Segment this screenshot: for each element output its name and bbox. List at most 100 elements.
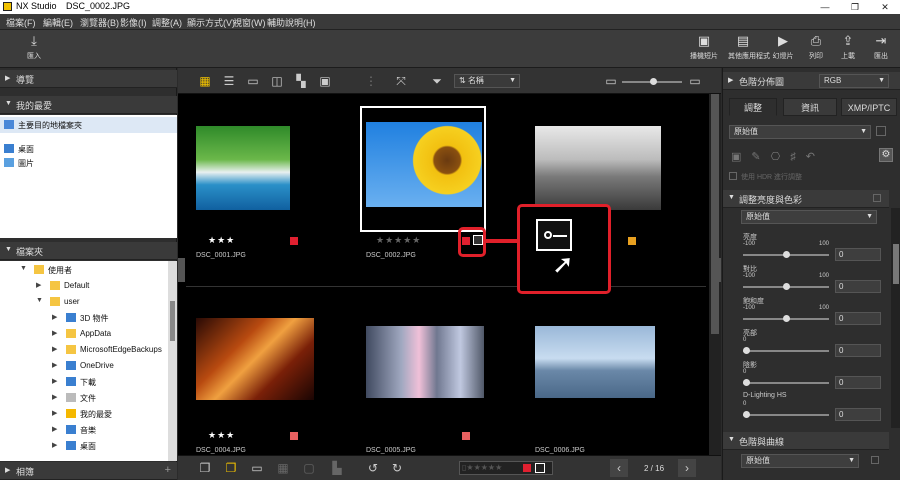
folder-tree-scrollbar[interactable] bbox=[168, 261, 177, 461]
thumbnail-image[interactable] bbox=[535, 326, 655, 398]
favorites-panel-header[interactable]: ▼ 我的最愛 bbox=[0, 96, 177, 114]
collapsed-arrow-icon[interactable]: ▶ bbox=[52, 409, 57, 417]
histogram-mode-select[interactable]: RGB ▼ bbox=[819, 74, 889, 88]
filter-icon[interactable]: ⏷ bbox=[428, 72, 446, 90]
section2-checkbox[interactable] bbox=[871, 456, 879, 464]
folder-tree-item[interactable]: ▼ user bbox=[0, 294, 168, 310]
adjust-slider[interactable] bbox=[743, 283, 829, 290]
fit-icon[interactable]: ⤧ bbox=[392, 72, 410, 90]
adjust-slider[interactable] bbox=[743, 411, 829, 418]
adjust-scrollbar[interactable] bbox=[891, 208, 900, 428]
expanded-arrow-icon[interactable]: ▼ bbox=[36, 297, 43, 304]
color-label[interactable] bbox=[290, 432, 298, 440]
adjust-slider[interactable] bbox=[743, 379, 829, 386]
settings-gear-icon[interactable]: ⚙ bbox=[879, 148, 893, 162]
collapsed-arrow-icon[interactable]: ▶ bbox=[52, 313, 57, 321]
preset-select[interactable]: 原始值 ▼ bbox=[729, 125, 871, 139]
slider-knob[interactable] bbox=[743, 411, 750, 418]
levels-section-header[interactable]: ▼ 色階與曲線 bbox=[723, 432, 889, 450]
list-view-icon[interactable]: ☰ bbox=[220, 72, 238, 90]
expanded-arrow-icon[interactable]: ▼ bbox=[20, 265, 27, 272]
folder-tree-item[interactable]: ▶ Default bbox=[0, 278, 168, 294]
tab-adjust[interactable]: 調整 bbox=[729, 98, 777, 116]
section1-preset-select[interactable]: 原始值 ▼ bbox=[741, 210, 877, 224]
collapsed-arrow-icon[interactable]: ▶ bbox=[36, 281, 41, 289]
export-button[interactable]: ⇥ 匯出 bbox=[866, 34, 896, 61]
rating-stars[interactable]: ★★★★★ bbox=[376, 235, 421, 246]
fav-item[interactable]: 圖片 bbox=[0, 155, 177, 171]
thumb-small-icon[interactable]: ▭ bbox=[602, 72, 620, 90]
adjust-slider[interactable] bbox=[743, 315, 829, 322]
thumbnail-image[interactable] bbox=[535, 126, 661, 210]
slider-knob[interactable] bbox=[743, 347, 750, 354]
slider-knob[interactable] bbox=[783, 283, 790, 290]
print-button[interactable]: ⎙ 列印 bbox=[801, 34, 831, 61]
label-indicator[interactable] bbox=[523, 464, 531, 472]
folder-tree-item[interactable]: ▶ 3D 物件 bbox=[0, 310, 168, 326]
menu-file[interactable]: 檔案(F) bbox=[6, 16, 36, 29]
browse-panel-header[interactable]: ▶ 導覽 bbox=[0, 70, 177, 88]
folder-tree-item[interactable]: ▶ 桌面 bbox=[0, 438, 168, 454]
other-apps-button[interactable]: ▤ 其他應用程式 bbox=[728, 34, 770, 61]
right-panel-toggle[interactable] bbox=[714, 258, 721, 282]
folder-tree-item[interactable]: ▶ 我的最愛 bbox=[0, 406, 168, 422]
menu-view[interactable]: 顯示方式(V) bbox=[187, 16, 235, 29]
menu-help[interactable]: 輔助說明(H) bbox=[267, 16, 316, 29]
rating-stars[interactable]: ★★★ bbox=[208, 430, 235, 441]
section1-checkbox[interactable] bbox=[873, 194, 881, 202]
slider-value-field[interactable]: 0 bbox=[835, 248, 881, 261]
clip-button[interactable]: ▣ 播機短片 bbox=[689, 34, 719, 61]
menu-adjust[interactable]: 調整(A) bbox=[152, 16, 182, 29]
pick-icon[interactable]: ❐ bbox=[222, 459, 240, 477]
folder-tree-item[interactable]: ▶ MicrosoftEdgeBackups bbox=[0, 342, 168, 358]
rating-stars-bar[interactable]: ▯★★★★★ bbox=[462, 463, 502, 472]
next-page-button[interactable]: › bbox=[678, 459, 696, 477]
rating-stars[interactable]: ★★★ bbox=[208, 235, 235, 246]
menu-edit[interactable]: 編輯(E) bbox=[43, 16, 73, 29]
brightness-section-header[interactable]: ▼ 調整亮度與色彩 bbox=[723, 190, 889, 208]
frame-icon[interactable]: ▢ bbox=[300, 459, 318, 477]
rotate-left-icon[interactable]: ↺ bbox=[364, 459, 382, 477]
collapsed-arrow-icon[interactable]: ▶ bbox=[52, 345, 57, 353]
sort-select[interactable]: ⇅ 名稱 ▼ bbox=[454, 74, 520, 88]
color-label[interactable] bbox=[462, 432, 470, 440]
info-icon[interactable]: ▭ bbox=[248, 459, 266, 477]
upload-button[interactable]: ⇪ 上載 bbox=[833, 34, 863, 61]
thumbnail-image[interactable] bbox=[196, 126, 290, 210]
albums-panel-header[interactable]: ▶ 相簿 + bbox=[0, 462, 177, 480]
slider-knob[interactable] bbox=[743, 379, 750, 386]
menu-browser[interactable]: 瀏覽器(B) bbox=[80, 16, 119, 29]
grid-overlay-icon[interactable]: ▦ bbox=[274, 459, 292, 477]
menu-window[interactable]: 視窗(W) bbox=[233, 16, 266, 29]
collapsed-arrow-icon[interactable]: ▶ bbox=[52, 329, 57, 337]
menu-image[interactable]: 影像(I) bbox=[120, 16, 147, 29]
slider-value-field[interactable]: 0 bbox=[835, 408, 881, 421]
collapsed-arrow-icon[interactable]: ▶ bbox=[52, 377, 57, 385]
left-panel-toggle[interactable] bbox=[178, 258, 185, 282]
protect-toggle-icon[interactable] bbox=[535, 463, 545, 473]
folder-tree-item[interactable]: ▶ OneDrive bbox=[0, 358, 168, 374]
maximize-button[interactable]: ❐ bbox=[840, 0, 870, 14]
thumbnail-image[interactable] bbox=[366, 326, 484, 398]
collapsed-arrow-icon[interactable]: ▶ bbox=[52, 425, 57, 433]
fullscreen-view-icon[interactable]: ▣ bbox=[316, 72, 334, 90]
slider-value-field[interactable]: 0 bbox=[835, 280, 881, 293]
thumbnail-size-slider[interactable] bbox=[622, 78, 682, 85]
rotate-right-icon[interactable]: ↻ bbox=[388, 459, 406, 477]
compare-view-icon[interactable]: ◫ bbox=[268, 72, 286, 90]
collapsed-arrow-icon[interactable]: ▶ bbox=[52, 393, 57, 401]
slider-value-field[interactable]: 0 bbox=[835, 376, 881, 389]
slider-knob[interactable] bbox=[783, 251, 790, 258]
histogram-icon[interactable]: ▙ bbox=[328, 459, 346, 477]
hdr-checkbox[interactable] bbox=[729, 172, 737, 180]
tab-info[interactable]: 資訊 bbox=[783, 98, 837, 116]
prev-page-button[interactable]: ‹ bbox=[610, 459, 628, 477]
rating-bar[interactable]: ▯★★★★★ bbox=[459, 461, 553, 475]
split-view-icon[interactable]: ▚ bbox=[292, 72, 310, 90]
slider-knob[interactable] bbox=[650, 78, 657, 85]
color-label[interactable] bbox=[628, 237, 636, 245]
single-view-icon[interactable]: ▭ bbox=[244, 72, 262, 90]
thumb-large-icon[interactable]: ▭ bbox=[686, 72, 704, 90]
add-album-icon[interactable]: + bbox=[165, 464, 171, 476]
folder-tree-item[interactable]: ▶ AppData bbox=[0, 326, 168, 342]
